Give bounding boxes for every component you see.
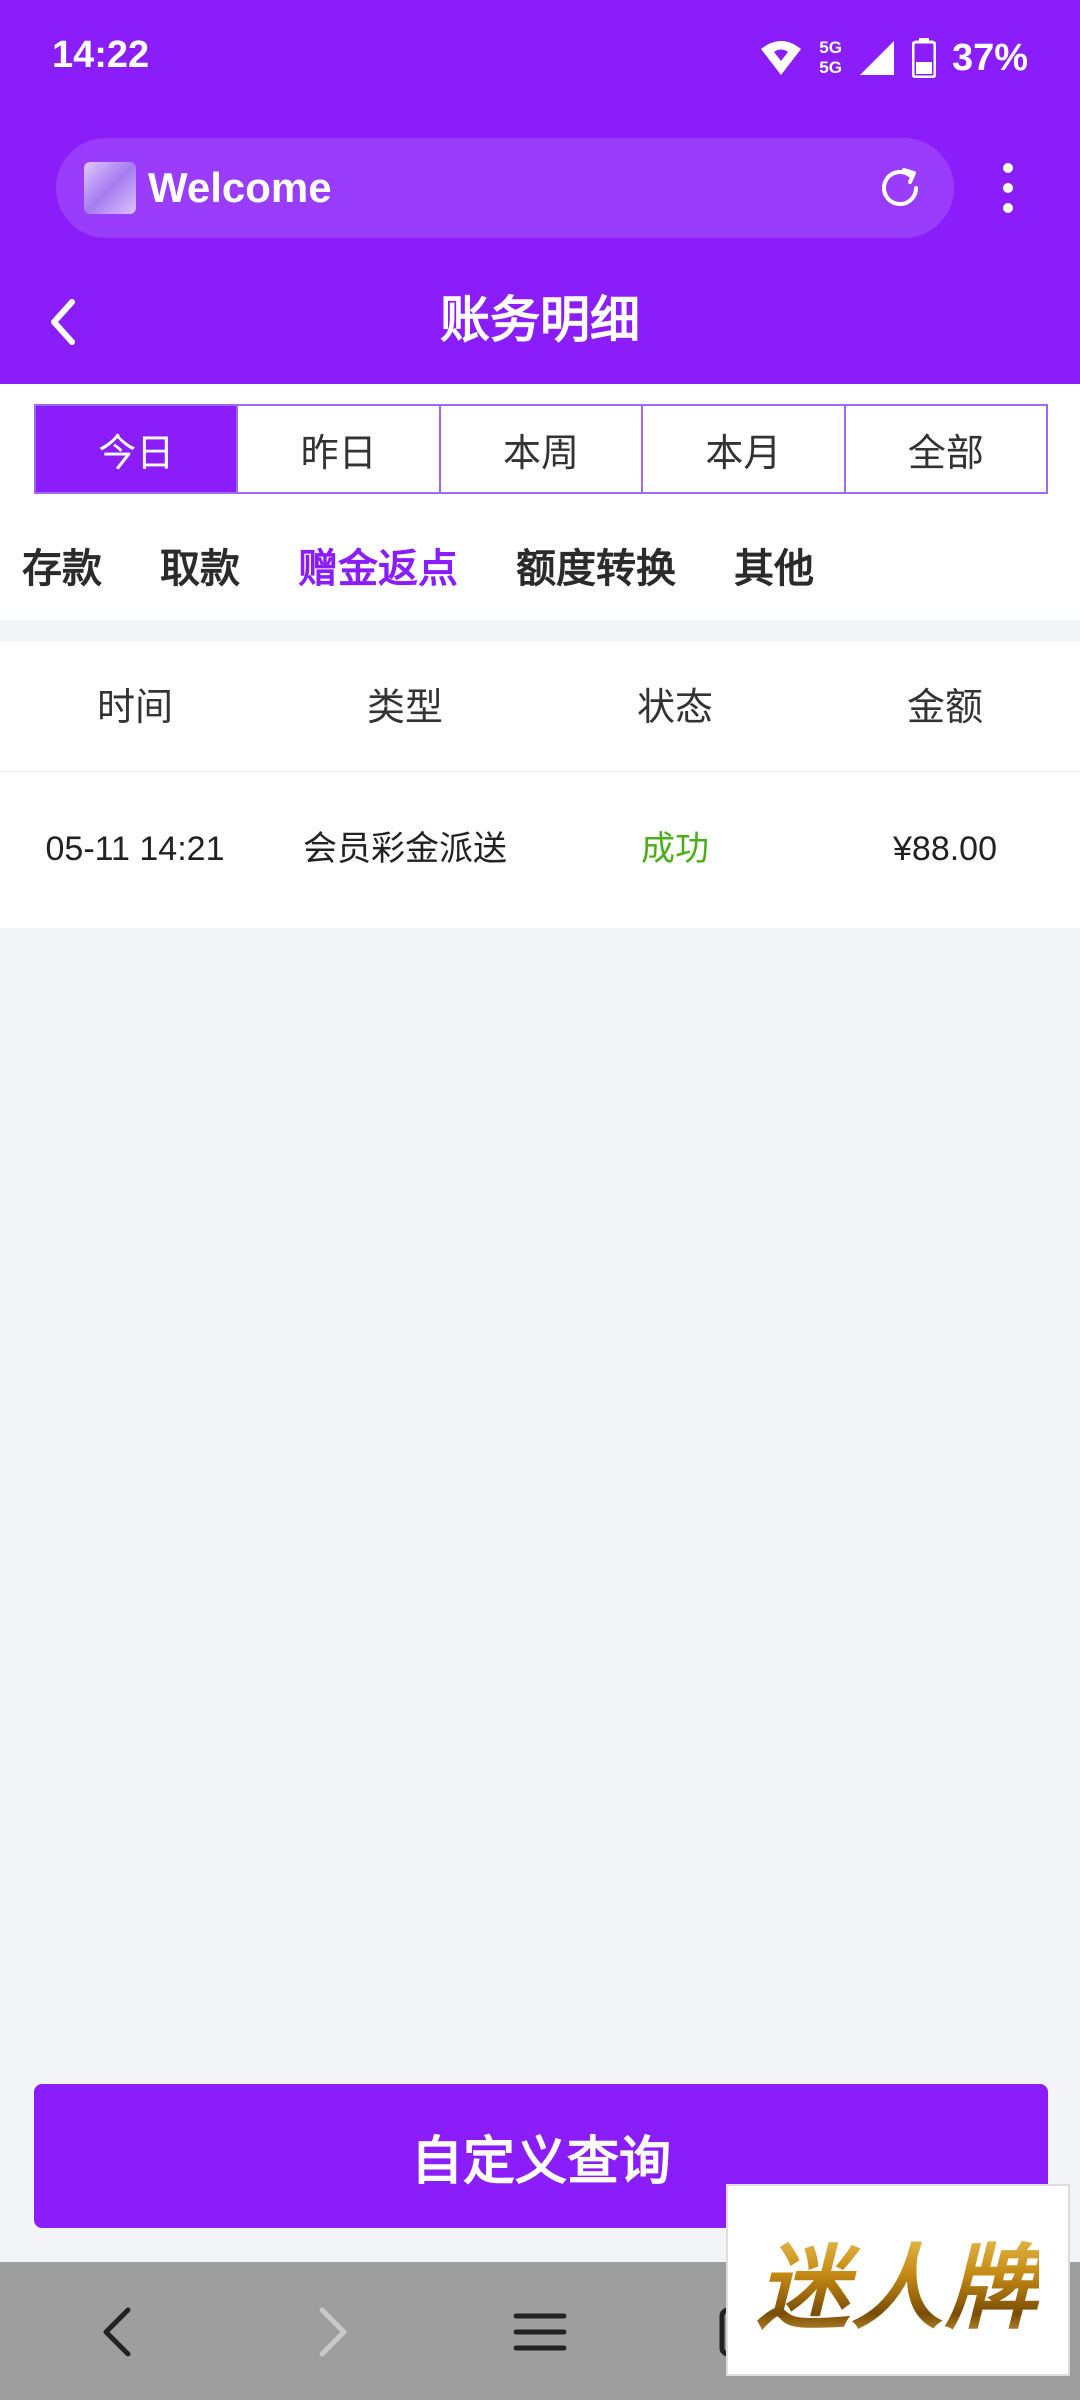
- status-time: 14:22: [52, 34, 150, 76]
- browser-tab-title: Welcome: [148, 164, 332, 211]
- transactions-table: 时间 类型 状态 金额 05-11 14:21 会员彩金派送 成功 ¥88.00: [0, 642, 1080, 928]
- status-bar: 14:22 5G 5G 37%: [0, 0, 1080, 116]
- date-range-tabs: 今日 昨日 本周 本月 全部: [34, 404, 1048, 494]
- site-favicon-icon: [84, 162, 136, 214]
- tab-credit-transfer[interactable]: 额度转换: [516, 534, 676, 604]
- tab-bonus-rebate[interactable]: 赠金返点: [298, 534, 458, 604]
- header-status: 状态: [636, 685, 713, 729]
- tab-other[interactable]: 其他: [734, 534, 814, 604]
- wifi-icon: [761, 41, 802, 75]
- status-icons: 5G 5G 37%: [759, 30, 1028, 86]
- tab-all[interactable]: 全部: [845, 406, 1047, 492]
- signal-icon: [859, 41, 894, 75]
- browser-menu-icon[interactable]: [510, 2302, 570, 2362]
- browser-address-bar[interactable]: Welcome: [56, 138, 954, 238]
- tab-today[interactable]: 今日: [36, 406, 239, 492]
- more-options-icon[interactable]: [990, 160, 1026, 216]
- watermark-logo: 迷人牌: [726, 2184, 1070, 2376]
- browser-back-icon[interactable]: [90, 2302, 150, 2362]
- header-type: 类型: [366, 685, 443, 729]
- table-row[interactable]: 05-11 14:21 会员彩金派送 成功 ¥88.00: [0, 772, 1080, 928]
- app-header: 14:22 5G 5G 37% Welcome 账务明细: [0, 0, 1080, 384]
- row-amount: ¥88.00: [893, 830, 997, 868]
- row-time: 05-11 14:21: [45, 830, 225, 868]
- watermark-text: 迷人牌: [757, 2214, 1039, 2347]
- header-amount: 金额: [906, 685, 983, 729]
- category-tabs: 存款 取款 赠金返点 额度转换 其他: [0, 534, 1080, 604]
- row-status: 成功: [641, 829, 709, 869]
- tab-withdraw[interactable]: 取款: [160, 534, 240, 604]
- tab-this-week[interactable]: 本周: [440, 406, 644, 492]
- row-type: 会员彩金派送: [303, 829, 507, 869]
- table-header: 时间 类型 状态 金额: [0, 642, 1080, 772]
- header-time: 时间: [96, 685, 173, 729]
- battery-percent: 37%: [951, 36, 1028, 79]
- filter-panel: 今日 昨日 本周 本月 全部 存款 取款 赠金返点 额度转换 其他: [0, 384, 1080, 620]
- browser-forward-icon[interactable]: [300, 2302, 360, 2362]
- tab-yesterday[interactable]: 昨日: [238, 406, 441, 492]
- tab-deposit[interactable]: 存款: [22, 534, 102, 604]
- battery-icon: [911, 38, 936, 78]
- refresh-icon[interactable]: [876, 164, 924, 212]
- tab-this-month[interactable]: 本月: [643, 406, 846, 492]
- network-type: 5G 5G: [819, 38, 842, 77]
- page-title: 账务明细: [440, 291, 640, 349]
